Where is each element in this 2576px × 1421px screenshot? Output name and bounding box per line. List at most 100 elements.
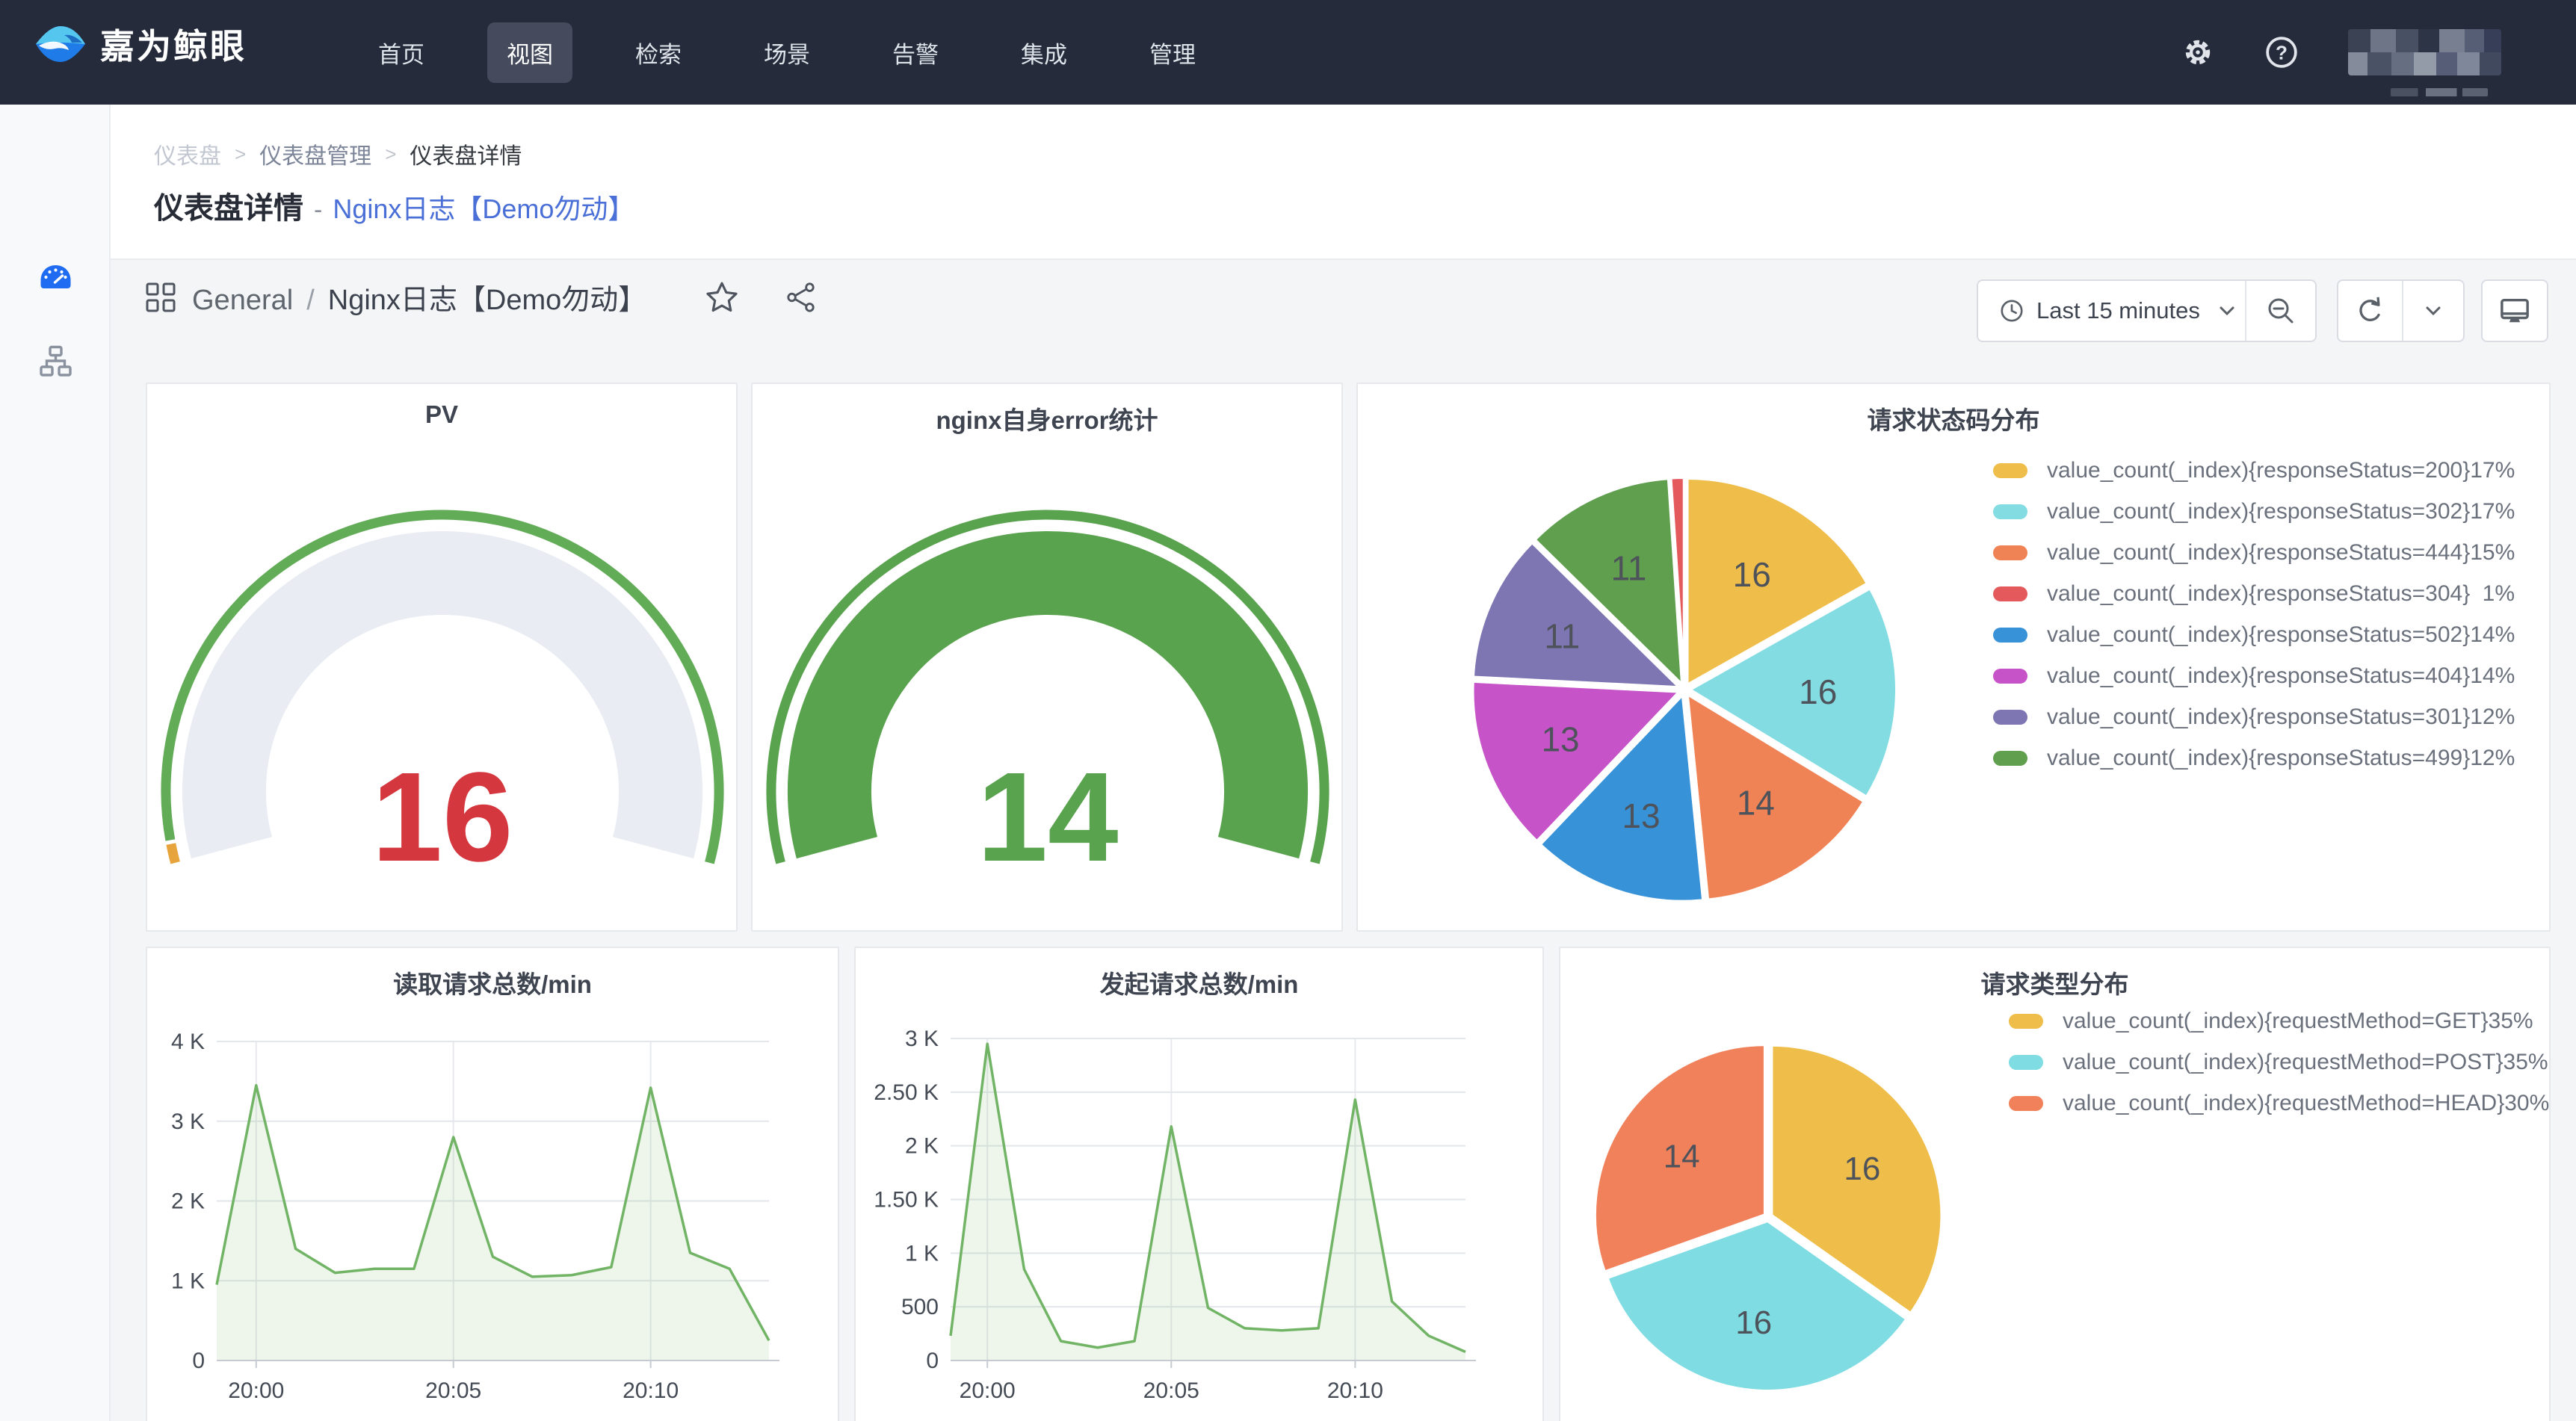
time-range-label: Last 15 minutes <box>2036 297 2200 324</box>
legend-label: value_count(_index){requestMethod=HEAD} <box>2063 1091 2504 1116</box>
line-chart-sent-requests: 3 K2.50 K2 K1.50 K1 K500020:0020:0520:10 <box>856 948 1545 1421</box>
svg-text:0: 0 <box>926 1349 939 1373</box>
svg-text:20:00: 20:00 <box>228 1378 284 1403</box>
svg-text:2 K: 2 K <box>905 1134 939 1159</box>
svg-text:16: 16 <box>1844 1151 1880 1187</box>
legend-label: value_count(_index){responseStatus=499} <box>2047 746 2470 771</box>
svg-text:1 K: 1 K <box>905 1241 939 1266</box>
breadcrumb-dashboard-manage[interactable]: 仪表盘管理 <box>259 137 371 170</box>
svg-text:0: 0 <box>192 1349 205 1373</box>
svg-text:11: 11 <box>1611 549 1647 588</box>
svg-text:3 K: 3 K <box>905 1027 939 1051</box>
gauge-chart-nginx-error: 14 <box>753 384 1344 933</box>
chevron-down-icon <box>2220 306 2234 316</box>
nav-item-5[interactable]: 集成 <box>1001 22 1087 83</box>
refresh-button[interactable] <box>2338 281 2402 341</box>
legend-label: value_count(_index){responseStatus=502} <box>2047 622 2470 648</box>
left-sidebar <box>0 105 111 1421</box>
svg-text:500: 500 <box>901 1295 939 1319</box>
main-menu: 首页视图检索场景告警集成管理 <box>359 0 1258 105</box>
legend-item[interactable]: value_count(_index){requestMethod=POST}3… <box>2009 1046 2515 1079</box>
user-subtitle-blurred <box>2391 88 2488 96</box>
legend-item[interactable]: value_count(_index){responseStatus=304} 1… <box>1993 578 2515 610</box>
panel-pv: PV 16 <box>146 383 738 932</box>
panel-request-method: 请求类型分布 161614 value_count(_index){reques… <box>1559 947 2551 1421</box>
legend-label: value_count(_index){responseStatus=304} <box>2047 581 2470 607</box>
svg-text:11: 11 <box>1544 616 1580 655</box>
dashboard-grid-icon[interactable] <box>146 282 176 312</box>
svg-text:20:10: 20:10 <box>1327 1378 1383 1403</box>
logo-text: 嘉为鲸眼 <box>100 19 247 69</box>
svg-text:16: 16 <box>1735 1304 1772 1341</box>
legend-percent: 1% <box>2483 581 2515 607</box>
path-separator: / <box>306 285 315 317</box>
dashboard-name: Nginx日志【Demo勿动】 <box>328 276 647 318</box>
time-controls-group: Last 15 minutes <box>1977 279 2317 342</box>
share-icon[interactable] <box>785 281 817 314</box>
panel-sent-requests: 发起请求总数/min 3 K2.50 K2 K1.50 K1 K500020:0… <box>854 947 1544 1421</box>
legend-item[interactable]: value_count(_index){responseStatus=301}1… <box>1993 701 2515 734</box>
sidebar-dashboard-icon[interactable] <box>39 263 72 293</box>
legend-swatch <box>1993 710 2027 725</box>
panel-read-requests: 读取请求总数/min 4 K3 K2 K1 K020:0020:0520:10 <box>146 947 839 1421</box>
help-icon[interactable]: ? <box>2264 35 2299 69</box>
page-header: 仪表盘 > 仪表盘管理 > 仪表盘详情 仪表盘详情 - Nginx日志【Demo… <box>111 105 2576 260</box>
legend-percent: 17% <box>2470 458 2515 483</box>
nav-item-1[interactable]: 视图 <box>487 22 572 83</box>
svg-text:13: 13 <box>1541 719 1579 758</box>
legend-item[interactable]: value_count(_index){responseStatus=444}1… <box>1993 536 2515 569</box>
svg-text:3 K: 3 K <box>171 1109 205 1134</box>
logo-whale-eye-icon <box>33 20 88 68</box>
app-logo[interactable]: 嘉为鲸眼 <box>33 19 247 69</box>
star-favorite-icon[interactable] <box>705 281 739 314</box>
refresh-interval-dropdown[interactable] <box>2403 281 2463 341</box>
user-avatar-blurred[interactable] <box>2348 29 2501 75</box>
legend-item[interactable]: value_count(_index){responseStatus=404}1… <box>1993 660 2515 693</box>
breadcrumb: 仪表盘 > 仪表盘管理 > 仪表盘详情 <box>154 137 522 170</box>
tv-mode-group <box>2481 279 2548 342</box>
chevron-down-icon <box>2426 306 2441 316</box>
legend-item[interactable]: value_count(_index){requestMethod=HEAD}3… <box>2009 1087 2515 1120</box>
dashboard-path: General / Nginx日志【Demo勿动】 <box>192 276 646 318</box>
folder-name[interactable]: General <box>192 285 293 317</box>
page-title-dash: - <box>314 196 322 225</box>
legend-percent: 12% <box>2470 746 2515 771</box>
svg-text:20:05: 20:05 <box>425 1378 481 1403</box>
breadcrumb-separator: > <box>235 143 246 166</box>
legend-item[interactable]: value_count(_index){responseStatus=200}1… <box>1993 454 2515 487</box>
nav-item-3[interactable]: 场景 <box>744 22 830 83</box>
legend-item[interactable]: value_count(_index){responseStatus=502}1… <box>1993 619 2515 651</box>
nav-item-0[interactable]: 首页 <box>359 22 444 83</box>
nav-item-2[interactable]: 检索 <box>616 22 701 83</box>
line-chart-read-requests: 4 K3 K2 K1 K020:0020:0520:10 <box>147 948 841 1421</box>
legend-percent: 12% <box>2470 705 2515 730</box>
time-range-picker[interactable]: Last 15 minutes <box>1978 281 2245 341</box>
legend-percent: 17% <box>2470 499 2515 524</box>
page-title: 仪表盘详情 <box>154 184 303 227</box>
svg-text:14: 14 <box>1737 783 1775 822</box>
time-zoom-out-button[interactable] <box>2246 281 2315 341</box>
legend-swatch <box>2009 1096 2043 1111</box>
svg-text:20:00: 20:00 <box>960 1378 1016 1403</box>
legend-label: value_count(_index){requestMethod=GET} <box>2063 1009 2489 1034</box>
legend-percent: 30% <box>2504 1091 2549 1116</box>
legend-label: value_count(_index){responseStatus=200} <box>2047 458 2470 483</box>
svg-text:2 K: 2 K <box>171 1189 205 1214</box>
legend-item[interactable]: value_count(_index){responseStatus=302}1… <box>1993 495 2515 528</box>
svg-text:16: 16 <box>1733 555 1771 594</box>
top-nav: 嘉为鲸眼 首页视图检索场景告警集成管理 ? <box>0 0 2576 105</box>
svg-text:1 K: 1 K <box>171 1269 205 1293</box>
legend-item[interactable]: value_count(_index){responseStatus=499}1… <box>1993 742 2515 775</box>
nav-item-4[interactable]: 告警 <box>873 22 958 83</box>
svg-text:16: 16 <box>1799 672 1837 711</box>
sidebar-sitemap-icon[interactable] <box>39 345 72 377</box>
tv-mode-button[interactable] <box>2483 281 2547 341</box>
legend-swatch <box>1993 628 2027 643</box>
legend-item[interactable]: value_count(_index){requestMethod=GET}35… <box>2009 1005 2515 1038</box>
gear-icon[interactable] <box>2181 35 2215 69</box>
nav-item-6[interactable]: 管理 <box>1130 22 1215 83</box>
legend-swatch <box>2009 1055 2043 1070</box>
legend-percent: 35% <box>2504 1050 2548 1075</box>
breadcrumb-dashboard-detail: 仪表盘详情 <box>410 137 522 170</box>
legend-swatch <box>1993 463 2027 478</box>
